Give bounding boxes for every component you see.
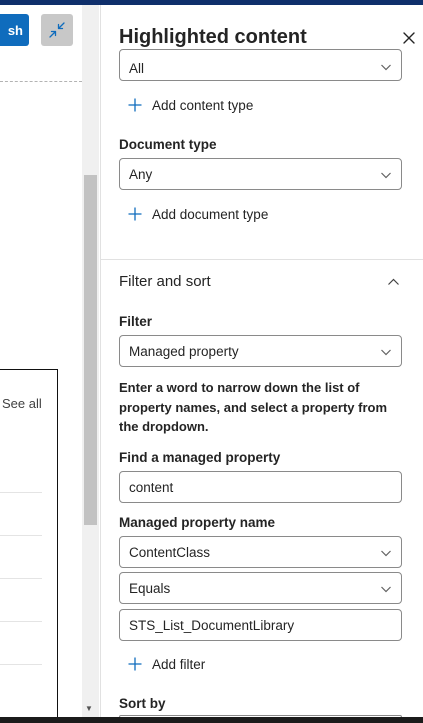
content-type-value: All — [129, 60, 145, 76]
add-content-type-label: Add content type — [152, 97, 254, 113]
find-property-input[interactable] — [119, 471, 402, 503]
document-type-dropdown[interactable]: Any — [119, 158, 402, 190]
add-filter-button[interactable]: Add filter — [128, 654, 205, 674]
chevron-down-icon — [381, 172, 391, 179]
list-item — [0, 664, 42, 665]
add-document-type-label: Add document type — [152, 206, 269, 222]
document-type-label: Document type — [119, 137, 217, 152]
chevron-down-icon — [381, 64, 391, 71]
page-canvas: sh See all — [0, 5, 82, 717]
taskbar — [0, 717, 423, 723]
list-item — [0, 621, 42, 622]
filter-dropdown[interactable]: Managed property — [119, 335, 402, 367]
find-property-label: Find a managed property — [119, 450, 281, 465]
property-name-value: ContentClass — [129, 544, 211, 560]
document-type-value: Any — [129, 166, 153, 182]
help-text: Enter a word to narrow down the list of … — [119, 380, 388, 434]
plus-icon — [128, 657, 142, 671]
close-button[interactable] — [400, 29, 418, 47]
list-item — [0, 578, 42, 579]
list-item — [0, 535, 42, 536]
see-all-link[interactable]: See all — [2, 396, 42, 411]
operator-dropdown[interactable]: Equals — [119, 572, 402, 604]
scrollbar-thumb[interactable] — [84, 175, 97, 525]
filter-label: Filter — [119, 314, 153, 329]
collapse-panel-button[interactable] — [41, 14, 73, 46]
add-content-type-button[interactable]: Add content type — [128, 95, 253, 115]
sort-by-label: Sort by — [119, 696, 166, 711]
chevron-down-icon — [381, 550, 391, 557]
filter-value-input[interactable] — [119, 609, 402, 641]
chevron-down-icon — [381, 349, 391, 356]
chevron-down-icon — [381, 586, 391, 593]
panel-title: Highlighted content — [119, 26, 307, 48]
plus-icon — [128, 207, 142, 221]
add-document-type-button[interactable]: Add document type — [128, 204, 268, 224]
scroll-down-arrow-icon[interactable]: ▼ — [85, 704, 93, 713]
section-divider — [100, 259, 423, 260]
section-divider — [0, 81, 82, 82]
filter-value: Managed property — [129, 343, 239, 359]
collapse-arrows-icon — [49, 22, 65, 38]
operator-value: Equals — [129, 580, 171, 596]
content-type-dropdown[interactable]: All — [119, 49, 402, 81]
close-icon — [403, 32, 415, 44]
add-filter-label: Add filter — [152, 656, 206, 672]
property-name-dropdown[interactable]: ContentClass — [119, 536, 402, 568]
chevron-up-icon[interactable] — [387, 276, 400, 289]
filter-sort-section-header[interactable]: Filter and sort — [119, 273, 211, 290]
list-item — [0, 492, 42, 493]
property-name-label: Managed property name — [119, 515, 276, 530]
plus-icon — [128, 98, 142, 112]
publish-button[interactable]: sh — [0, 14, 29, 46]
